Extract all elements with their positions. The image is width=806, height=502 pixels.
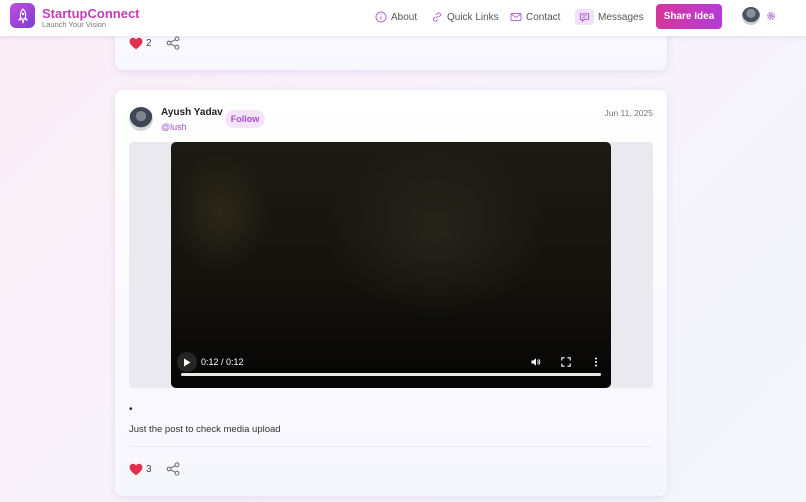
more-options-icon[interactable] — [591, 357, 601, 367]
heart-icon — [129, 37, 143, 49]
post-card: Ayush Yadav @lush Follow Jun 11, 2025 0:… — [115, 90, 667, 496]
brand-tagline: Launch Your Vision — [42, 20, 107, 29]
author-handle[interactable]: @lush — [161, 122, 187, 132]
video-controls: 0:12 / 0:12 — [171, 346, 611, 388]
nav-contact-label: Contact — [526, 11, 561, 23]
user-avatar[interactable] — [742, 7, 760, 25]
nav-about-link[interactable]: About — [375, 10, 417, 24]
post-actions: 2 — [129, 36, 180, 50]
media-frame: 0:12 / 0:12 — [129, 142, 653, 388]
video-progress-fill — [181, 373, 601, 376]
share-icon[interactable] — [166, 462, 180, 476]
gear-icon[interactable] — [765, 10, 777, 22]
chat-icon — [575, 9, 594, 25]
nav-contact-link[interactable]: Contact — [510, 10, 560, 24]
mail-icon — [510, 13, 522, 21]
author-avatar[interactable] — [129, 107, 153, 131]
nav-quick-links[interactable]: Quick Links — [431, 10, 499, 24]
divider — [129, 446, 653, 447]
video-time: 0:12 / 0:12 — [201, 357, 244, 367]
play-button[interactable] — [177, 352, 197, 372]
top-navbar: StartupConnect Launch Your Vision About … — [0, 0, 806, 36]
like-button[interactable]: 2 — [129, 37, 152, 50]
follow-button[interactable]: Follow — [225, 110, 265, 128]
link-icon — [433, 12, 441, 22]
video-player[interactable]: 0:12 / 0:12 — [171, 142, 611, 388]
post-text: Just the post to check media upload — [129, 424, 281, 435]
brand-name[interactable]: StartupConnect — [42, 6, 140, 21]
like-button[interactable]: 3 — [129, 463, 152, 476]
share-idea-button[interactable]: Share Idea — [656, 4, 722, 29]
heart-icon — [129, 463, 143, 475]
nav-messages-link[interactable]: Messages — [575, 7, 644, 27]
volume-icon[interactable] — [531, 357, 541, 367]
author-name[interactable]: Ayush Yadav — [161, 107, 223, 118]
play-icon — [184, 358, 191, 366]
like-count: 3 — [146, 463, 152, 475]
post-actions: 3 — [129, 462, 180, 476]
video-progress-bar[interactable] — [181, 373, 601, 376]
rocket-icon[interactable] — [10, 3, 35, 28]
fullscreen-icon[interactable] — [561, 357, 571, 367]
share-icon[interactable] — [166, 36, 180, 50]
info-icon — [375, 11, 387, 23]
post-bullet: • — [129, 404, 133, 415]
nav-quick-links-label: Quick Links — [447, 11, 499, 23]
post-date: Jun 11, 2025 — [604, 108, 653, 118]
nav-messages-label: Messages — [598, 11, 644, 23]
nav-about-label: About — [391, 11, 418, 23]
like-count: 2 — [146, 37, 152, 49]
